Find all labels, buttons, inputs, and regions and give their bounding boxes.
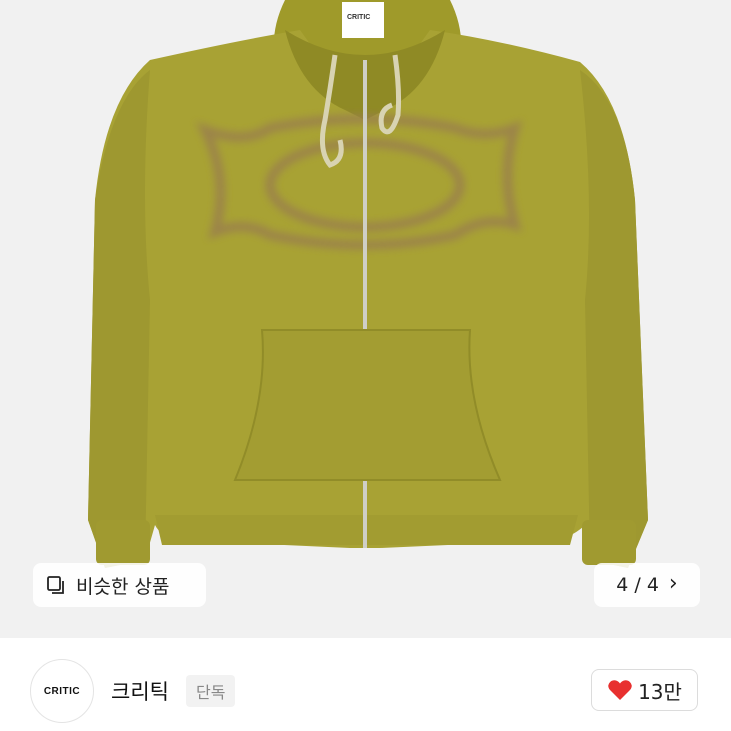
- hoodie-illustration: [88, 0, 648, 568]
- square-stack-icon: [46, 575, 66, 595]
- brand-tag-text: CRITIC: [347, 14, 371, 21]
- exclusive-badge: 단독: [186, 675, 236, 707]
- shop-logo[interactable]: CRITIC: [30, 659, 94, 723]
- product-image[interactable]: CRITIC 비슷한 상품 4 / 4 ›: [0, 0, 731, 638]
- like-button[interactable]: 13만: [591, 669, 698, 711]
- page-indicator-text: 4 / 4: [616, 574, 659, 596]
- heart-icon: [607, 678, 633, 702]
- like-count: 13만: [638, 679, 682, 704]
- shop-logo-text: CRITIC: [43, 685, 81, 697]
- chevron-right-icon: ›: [668, 571, 678, 596]
- similar-products-button[interactable]: 비슷한 상품: [33, 563, 206, 607]
- image-page-indicator[interactable]: 4 / 4 ›: [594, 563, 700, 607]
- shop-info-bar: CRITIC 크리틱 단독 13만: [0, 638, 731, 731]
- shop-name[interactable]: 크리틱: [111, 676, 169, 706]
- similar-products-label: 비슷한 상품: [76, 575, 170, 598]
